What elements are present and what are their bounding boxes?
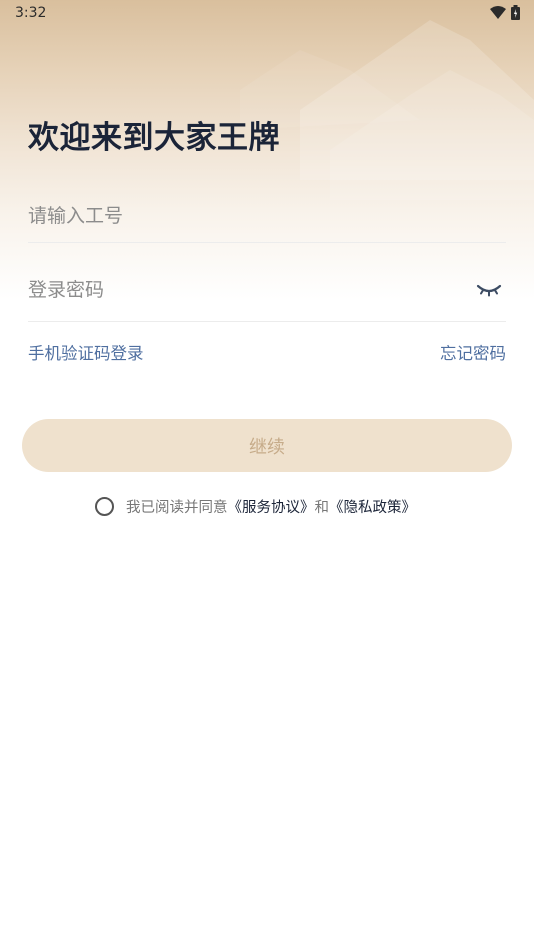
eye-closed-icon[interactable] xyxy=(476,282,502,298)
forgot-password-link[interactable]: 忘记密码 xyxy=(440,340,506,364)
agreement-row: 我已阅读并同意 《服务协议》 和 《隐私政策》 xyxy=(95,495,416,517)
password-field xyxy=(28,270,506,322)
wifi-icon xyxy=(490,6,506,19)
employee-id-input[interactable] xyxy=(28,196,448,236)
continue-button[interactable]: 继续 xyxy=(22,419,512,472)
privacy-policy-link[interactable]: 《隐私政策》 xyxy=(329,496,416,517)
status-icons xyxy=(490,5,520,20)
password-input[interactable] xyxy=(28,270,448,310)
status-bar: 3:32 xyxy=(0,0,534,28)
mountain-decoration xyxy=(240,20,534,200)
service-agreement-link[interactable]: 《服务协议》 xyxy=(228,496,315,517)
employee-id-field xyxy=(28,196,506,243)
agreement-checkbox[interactable] xyxy=(95,496,114,516)
status-time: 3:32 xyxy=(15,5,47,21)
sms-login-link[interactable]: 手机验证码登录 xyxy=(28,340,144,364)
agreement-conjunction: 和 xyxy=(314,499,330,516)
agreement-prefix: 我已阅读并同意 xyxy=(126,499,228,516)
battery-icon xyxy=(511,5,520,20)
login-options-row: 手机验证码登录 忘记密码 xyxy=(28,340,506,364)
page-title: 欢迎来到大家王牌 xyxy=(28,120,280,156)
